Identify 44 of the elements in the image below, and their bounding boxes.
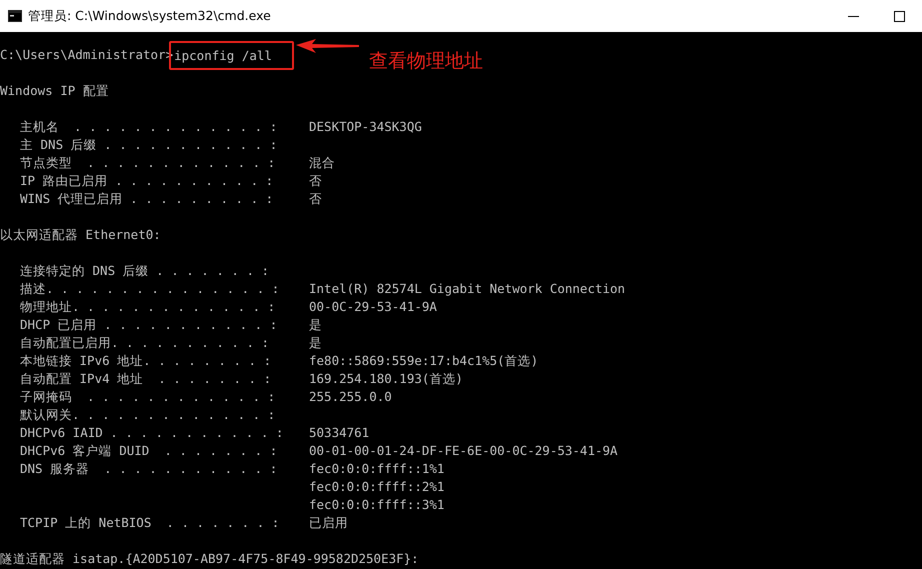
field-label: DNS 服务器 . . . . . . . . . . . : [20,460,278,478]
field-value: 00-0C-29-53-41-9A [309,298,438,316]
field-value: 是 [309,316,323,334]
arrow-icon [296,39,360,53]
field-value: 是 [309,334,323,352]
field-label: 子网掩码 . . . . . . . . . . . . : [20,388,276,406]
field-value: fe80::5869:559e:17:b4c1%5(首选) [309,352,540,370]
section-heading: 以太网适配器 Ethernet0: [0,226,161,244]
field-label: 描述. . . . . . . . . . . . . . . : [20,280,280,298]
field-label: 自动配置已启用. . . . . . . . . . : [20,334,270,352]
field-value: 255.255.0.0 [309,388,393,406]
field-label: 自动配置 IPv4 地址 . . . . . . . : [20,370,272,388]
terminal-icon [8,10,22,22]
field-value: DESKTOP-34SK3QG [309,118,422,136]
field-value: 否 [309,172,323,190]
field-label: 默认网关. . . . . . . . . . . . . : [20,406,276,424]
field-label: TCPIP 上的 NetBIOS . . . . . . . : [20,514,280,532]
field-label: 本地链接 IPv6 地址. . . . . . . . : [20,352,272,370]
field-label: 主机名 . . . . . . . . . . . . . : [20,118,278,136]
window-title: 管理员: C:\Windows\system32\cmd.exe [28,8,272,24]
field-value: 50334761 [309,424,370,442]
maximize-icon [894,10,904,22]
field-value: 已启用 [309,514,349,532]
field-value: fec0:0:0:ffff::3%1 [309,496,446,514]
field-label: 主 DNS 后缀 . . . . . . . . . . . : [20,136,278,154]
field-value: fec0:0:0:ffff::1%1 [309,460,446,478]
section-heading: 隧道适配器 isatap.{A20D5107-AB97-4F75-8F49-99582D250E3F}: [0,550,419,568]
field-label: WINS 代理已启用 . . . . . . . . . : [20,190,274,208]
field-value: Intel(R) 82574L Gigabit Network Connection [309,280,626,298]
field-label: DHCPv6 IAID . . . . . . . . . . . : [20,424,284,442]
annotation-text: 查看物理地址 [368,50,483,68]
field-label: 节点类型 . . . . . . . . . . . . : [20,154,276,172]
command-text: ipconfig /all [174,46,272,64]
field-label: 连接特定的 DNS 后缀 . . . . . . . : [20,262,270,280]
field-label: DHCPv6 客户端 DUID . . . . . . . : [20,442,278,460]
section-heading: Windows IP 配置 [0,82,109,100]
field-label: DHCP 已启用 . . . . . . . . . . . : [20,316,278,334]
field-label: 物理地址. . . . . . . . . . . . . : [20,298,276,316]
field-value: 否 [309,190,323,208]
field-label: IP 路由已启用 . . . . . . . . . . : [20,172,274,190]
field-value: 00-01-00-01-24-DF-FE-6E-00-0C-29-53-41-9A [309,442,619,460]
field-value: 169.254.180.193(首选) [309,370,464,388]
field-value: fec0:0:0:ffff::2%1 [309,478,446,496]
field-value: 混合 [309,154,336,172]
